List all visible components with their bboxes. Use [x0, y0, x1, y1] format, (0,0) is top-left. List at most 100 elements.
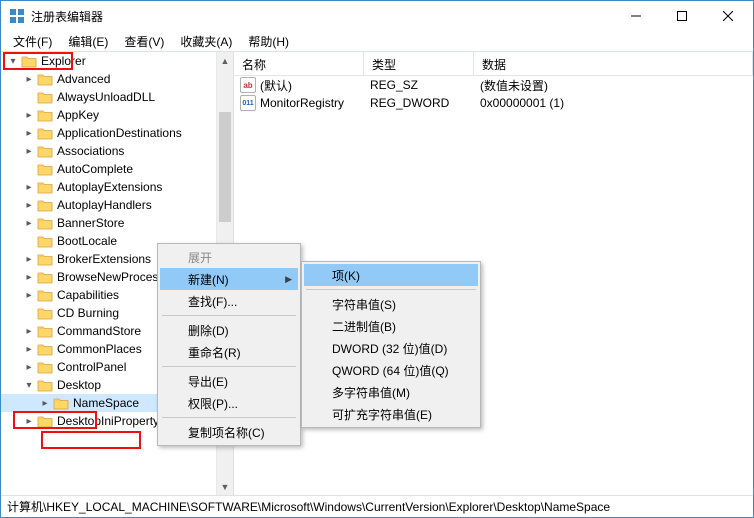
expand-toggle-icon[interactable]: ▸: [23, 128, 35, 139]
expand-toggle-icon[interactable]: ▸: [39, 398, 51, 409]
list-header: 名称 类型 数据: [234, 52, 753, 76]
column-type[interactable]: 类型: [364, 52, 474, 75]
expand-toggle-icon[interactable]: ▸: [23, 290, 35, 301]
ctx-expand[interactable]: 展开: [160, 246, 298, 268]
ctx-export[interactable]: 导出(E): [160, 370, 298, 392]
menu-help[interactable]: 帮助(H): [240, 31, 297, 52]
ctx-copy-key-name[interactable]: 复制项名称(C): [160, 421, 298, 443]
status-path: 计算机\HKEY_LOCAL_MACHINE\SOFTWARE\Microsof…: [7, 498, 610, 515]
tree-item[interactable]: ▸ Associations: [1, 142, 233, 160]
folder-icon: [37, 234, 53, 248]
scroll-down-icon[interactable]: ▼: [217, 478, 233, 495]
ctx-new-string[interactable]: 字符串值(S): [304, 293, 478, 315]
ctx-new-key[interactable]: 项(K): [304, 264, 478, 286]
tree-item[interactable]: AutoComplete: [1, 160, 233, 178]
value-data: 0x00000001 (1): [480, 96, 564, 110]
ctx-find[interactable]: 查找(F)...: [160, 290, 298, 312]
menu-favorites[interactable]: 收藏夹(A): [172, 31, 240, 52]
tree-item[interactable]: ▸AppKey: [1, 106, 233, 124]
scroll-thumb[interactable]: [219, 112, 231, 222]
ctx-new[interactable]: 新建(N) ▶: [160, 268, 298, 290]
ctx-new-label: 新建(N): [188, 271, 229, 288]
column-data[interactable]: 数据: [474, 52, 753, 75]
context-menu-primary: 展开 新建(N) ▶ 查找(F)... 删除(D) 重命名(R) 导出(E) 权限…: [157, 243, 301, 446]
expand-toggle-icon[interactable]: ▸: [23, 182, 35, 193]
tree-item[interactable]: AlwaysUnloadDLL: [1, 88, 233, 106]
expand-toggle-icon[interactable]: [23, 164, 35, 175]
menu-file[interactable]: 文件(F): [5, 31, 60, 52]
tree-item-label: Desktop: [57, 378, 101, 392]
expand-toggle-icon[interactable]: ▸: [23, 254, 35, 265]
separator: [306, 289, 476, 290]
ctx-permissions[interactable]: 权限(P)...: [160, 392, 298, 414]
expand-toggle-icon[interactable]: ▸: [23, 146, 35, 157]
list-row[interactable]: ab(默认)REG_SZ(数值未设置): [234, 76, 753, 94]
submenu-arrow-icon: ▶: [285, 274, 292, 285]
tree-item[interactable]: ▸ApplicationDestinations: [1, 124, 233, 142]
folder-icon: [37, 288, 53, 302]
statusbar: 计算机\HKEY_LOCAL_MACHINE\SOFTWARE\Microsof…: [1, 495, 753, 517]
ctx-delete[interactable]: 删除(D): [160, 319, 298, 341]
tree-item-label: Explorer: [41, 54, 86, 68]
scroll-up-icon[interactable]: ▲: [217, 52, 233, 69]
value-type: REG_DWORD: [370, 96, 480, 110]
maximize-button[interactable]: [659, 1, 705, 31]
menu-edit[interactable]: 编辑(E): [60, 31, 116, 52]
folder-icon: [21, 54, 37, 68]
expand-toggle-icon[interactable]: ▾: [7, 56, 19, 67]
column-name[interactable]: 名称: [234, 52, 364, 75]
titlebar: 注册表编辑器: [1, 1, 753, 31]
expand-toggle-icon[interactable]: ▾: [23, 380, 35, 391]
ctx-new-expandstring[interactable]: 可扩充字符串值(E): [304, 403, 478, 425]
expand-toggle-icon[interactable]: ▸: [23, 362, 35, 373]
expand-toggle-icon[interactable]: ▸: [23, 344, 35, 355]
value-name: (默认): [260, 77, 292, 94]
expand-toggle-icon[interactable]: ▸: [23, 272, 35, 283]
tree-item-label: AlwaysUnloadDLL: [57, 90, 155, 104]
ctx-new-qword[interactable]: QWORD (64 位)值(Q): [304, 359, 478, 381]
tree-item-label: Capabilities: [57, 288, 119, 302]
value-name: MonitorRegistry: [260, 96, 344, 110]
ctx-rename[interactable]: 重命名(R): [160, 341, 298, 363]
close-button[interactable]: [705, 1, 751, 31]
tree-item-label: BrokerExtensions: [57, 252, 151, 266]
ctx-new-dword[interactable]: DWORD (32 位)值(D): [304, 337, 478, 359]
value-type-icon: ab: [240, 77, 256, 93]
menu-view[interactable]: 查看(V): [116, 31, 172, 52]
tree-item-label: ControlPanel: [57, 360, 126, 374]
tree-item[interactable]: ▸ AutoplayExtensions: [1, 178, 233, 196]
expand-toggle-icon[interactable]: ▸: [23, 200, 35, 211]
minimize-button[interactable]: [613, 1, 659, 31]
tree-item-label: BrowseNewProcess: [57, 270, 164, 284]
expand-toggle-icon[interactable]: ▸: [23, 218, 35, 229]
folder-icon: [37, 180, 53, 194]
ctx-new-multistring[interactable]: 多字符串值(M): [304, 381, 478, 403]
tree-item-label: CommonPlaces: [57, 342, 142, 356]
value-type: REG_SZ: [370, 78, 480, 92]
tree-item-label: Advanced: [57, 72, 110, 86]
highlight-namespace: [41, 431, 141, 449]
separator: [162, 315, 296, 316]
folder-icon: [37, 324, 53, 338]
expand-toggle-icon[interactable]: ▸: [23, 326, 35, 337]
folder-icon: [37, 252, 53, 266]
expand-toggle-icon[interactable]: ▸: [23, 74, 35, 85]
tree-item-label: CommandStore: [57, 324, 141, 338]
folder-icon: [37, 306, 53, 320]
tree-item-label: Associations: [57, 144, 124, 158]
expand-toggle-icon[interactable]: ▸: [23, 110, 35, 121]
expand-toggle-icon[interactable]: [23, 308, 35, 319]
expand-toggle-icon[interactable]: [23, 92, 35, 103]
expand-toggle-icon[interactable]: [23, 236, 35, 247]
folder-icon: [37, 144, 53, 158]
tree-item[interactable]: ▸ Advanced: [1, 70, 233, 88]
tree-item-label: AutoplayExtensions: [57, 180, 162, 194]
tree-item[interactable]: ▸BannerStore: [1, 214, 233, 232]
tree-item[interactable]: ▾ Explorer: [1, 52, 233, 70]
expand-toggle-icon[interactable]: ▸: [23, 416, 35, 427]
menubar: 文件(F) 编辑(E) 查看(V) 收藏夹(A) 帮助(H): [1, 31, 753, 51]
tree-item[interactable]: ▸AutoplayHandlers: [1, 196, 233, 214]
tree-item-label: CD Burning: [57, 306, 119, 320]
list-row[interactable]: 011MonitorRegistryREG_DWORD0x00000001 (1…: [234, 94, 753, 112]
ctx-new-binary[interactable]: 二进制值(B): [304, 315, 478, 337]
